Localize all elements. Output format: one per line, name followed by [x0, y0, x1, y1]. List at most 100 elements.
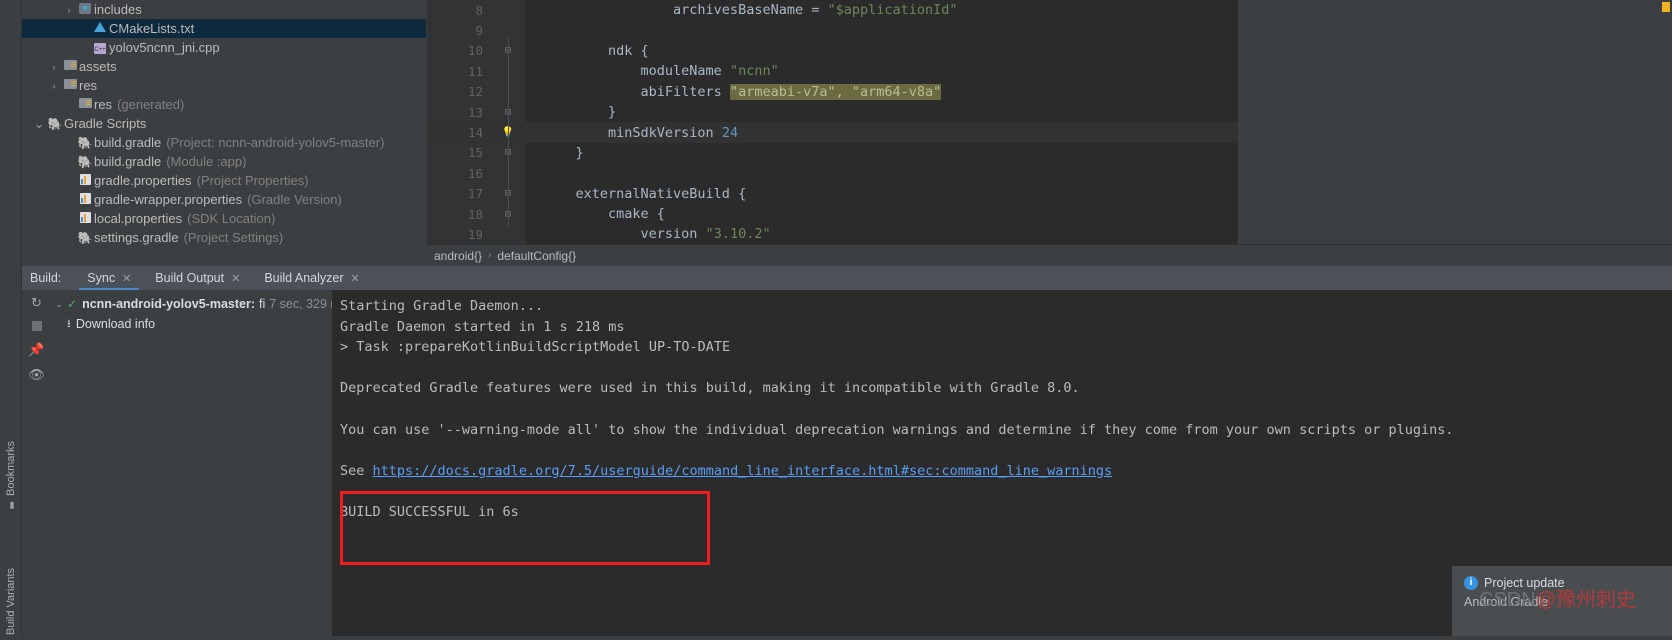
sync-root-label: ncnn-android-yolov5-master:	[82, 297, 255, 311]
line-number: 19	[467, 226, 483, 242]
eye-icon[interactable]: 👁	[28, 368, 45, 381]
code-text: version "3.10.2"	[543, 226, 771, 243]
tree-item-meta: (Project Properties)	[196, 173, 309, 188]
tree-item[interactable]: res (generated)	[22, 95, 426, 114]
tree-item-label: res	[79, 78, 98, 93]
project-tree[interactable]: › includes CMakeLists.txt C++ yolov5ncnn_jni…	[22, 0, 426, 266]
code-text: moduleName "ncnn"	[543, 63, 779, 80]
fold-guide-line	[508, 38, 509, 228]
scrollbar-marker[interactable]	[1662, 2, 1670, 12]
tree-item[interactable]: 🐘 settings.gradle (Project Settings)	[22, 228, 426, 247]
properties-icon	[76, 192, 94, 207]
tree-item[interactable]: ⌄ 🐘 Gradle Scripts	[22, 114, 426, 133]
build-tool-window: Build: Sync ✕ Build Output ✕ Build Analy…	[22, 266, 1672, 640]
tree-item[interactable]: gradle-wrapper.properties (Gradle Version…	[22, 190, 426, 209]
build-window-label: Build:	[30, 271, 62, 285]
tree-item-label: settings.gradle	[94, 230, 179, 245]
tree-item-meta: (Project Settings)	[183, 230, 284, 245]
stop-icon[interactable]	[31, 321, 42, 331]
sidebar-item-bookmarks[interactable]: ▮ Bookmarks	[0, 400, 22, 510]
watermark-handle: @豫州刺史	[1535, 589, 1636, 611]
cpp-file-icon: C++	[91, 42, 109, 54]
folder-icon	[61, 79, 79, 92]
tab-build-output[interactable]: Build Output ✕	[143, 266, 252, 290]
line-number: 12	[467, 84, 483, 100]
console-link-line[interactable]: See https://docs.gradle.org/7.5/userguid…	[340, 461, 1672, 482]
tree-item[interactable]: › includes	[22, 0, 426, 19]
sync-child-row[interactable]: ⭳ Download info	[51, 314, 332, 334]
gradle-icon: 🐘	[47, 116, 63, 131]
tree-item[interactable]: › assets	[22, 57, 426, 76]
tree-item[interactable]: 🐘 build.gradle (Module :app)	[22, 152, 426, 171]
gradle-docs-link[interactable]: https://docs.gradle.org/7.5/userguide/co…	[373, 463, 1113, 479]
breadcrumb[interactable]: android{} › defaultConfig{}	[427, 244, 1672, 266]
sidebar-item-build-variants[interactable]: Build Variants	[0, 520, 22, 635]
properties-icon	[76, 211, 94, 226]
tree-item-meta: (generated)	[117, 97, 185, 112]
tree-item-label: gradle.properties	[94, 173, 192, 188]
console-line: BUILD SUCCESSFUL in 6s	[340, 503, 519, 520]
bottom-strip	[0, 636, 1672, 640]
chevron-down-icon[interactable]: ⌄	[32, 116, 46, 132]
tree-item[interactable]: › res	[22, 76, 426, 95]
sync-result-tree[interactable]: ⌄ ✓ ncnn-android-yolov5-master: fi 7 sec…	[51, 290, 347, 640]
chevron-down-icon[interactable]: ⌄	[51, 299, 67, 310]
pin-icon[interactable]: 📌	[28, 343, 44, 356]
tree-item-label: res	[94, 97, 113, 112]
tree-item-label: build.gradle	[94, 135, 162, 150]
code-text: }	[543, 144, 584, 161]
build-variants-label: Build Variants	[5, 567, 17, 635]
sync-child-label: Download info	[75, 317, 156, 331]
tree-item-label: assets	[79, 59, 117, 74]
tree-item-meta: (Project: ncnn-android-yolov5-master)	[166, 135, 385, 150]
sync-root-row[interactable]: ⌄ ✓ ncnn-android-yolov5-master: fi 7 sec…	[51, 294, 347, 314]
tree-item-label: includes	[94, 2, 142, 17]
gradle-icon: 🐘	[77, 230, 93, 245]
chevron-right-icon[interactable]: ›	[47, 81, 61, 91]
line-number: 10	[467, 43, 483, 59]
console-line: Starting Gradle Daemon...	[340, 298, 544, 314]
chevron-right-icon[interactable]: ›	[62, 5, 76, 15]
tree-item[interactable]: C++ yolov5ncnn_jni.cpp	[22, 38, 426, 57]
close-icon[interactable]: ✕	[351, 272, 360, 285]
editor-right-strip	[1238, 0, 1672, 244]
chevron-right-icon[interactable]: ›	[47, 62, 61, 72]
download-icon: ⭳	[67, 317, 71, 330]
tree-item[interactable]: 🐘 build.gradle (Project: ncnn-android-yolo…	[22, 133, 426, 152]
properties-icon	[76, 173, 94, 188]
breadcrumb-item-android[interactable]: android{}	[434, 249, 482, 263]
close-icon[interactable]: ✕	[231, 272, 240, 285]
info-icon: i	[1464, 576, 1478, 590]
gradle-icon: 🐘	[77, 154, 93, 169]
tree-item-label: yolov5ncnn_jni.cpp	[109, 40, 220, 55]
cmake-icon	[91, 22, 109, 35]
tab-sync[interactable]: Sync ✕	[75, 266, 143, 290]
chevron-right-icon: ›	[488, 250, 492, 261]
tree-item[interactable]: local.properties (SDK Location)	[22, 209, 426, 228]
code-text: abiFilters "armeabi-v7a", "arm64-v8a"	[543, 83, 942, 100]
line-number: 16	[467, 165, 483, 181]
sync-root-tail: fi	[259, 297, 266, 311]
close-icon[interactable]: ✕	[122, 272, 131, 285]
success-check-icon: ✓	[67, 297, 78, 311]
console-line: > Task :prepareKotlinBuildScriptModel UP…	[340, 339, 731, 356]
tree-item-meta: (SDK Location)	[187, 211, 276, 226]
console-line-prefix: See	[340, 462, 373, 479]
tree-item[interactable]: gradle.properties (Project Properties)	[22, 171, 426, 190]
tree-item-label: Gradle Scripts	[64, 116, 147, 131]
tree-item-meta: (Module :app)	[166, 154, 247, 169]
tab-build-analyzer[interactable]: Build Analyzer ✕	[252, 266, 371, 290]
code-text: externalNativeBuild {	[543, 185, 747, 202]
line-number: 18	[467, 206, 483, 222]
build-toolbar: ↻ 📌 👁	[22, 290, 51, 640]
tree-item[interactable]: CMakeLists.txt	[22, 19, 426, 38]
line-number: 14	[467, 125, 483, 141]
build-body: ↻ 📌 👁 ⌄ ✓ ncnn-android-yolov5-master: fi…	[22, 290, 1672, 640]
includes-icon	[76, 2, 94, 17]
console-line: Gradle Daemon started in 1 s 218 ms	[340, 318, 625, 335]
restart-icon[interactable]: ↻	[31, 296, 42, 309]
breadcrumb-item-defaultconfig[interactable]: defaultConfig{}	[497, 249, 576, 263]
